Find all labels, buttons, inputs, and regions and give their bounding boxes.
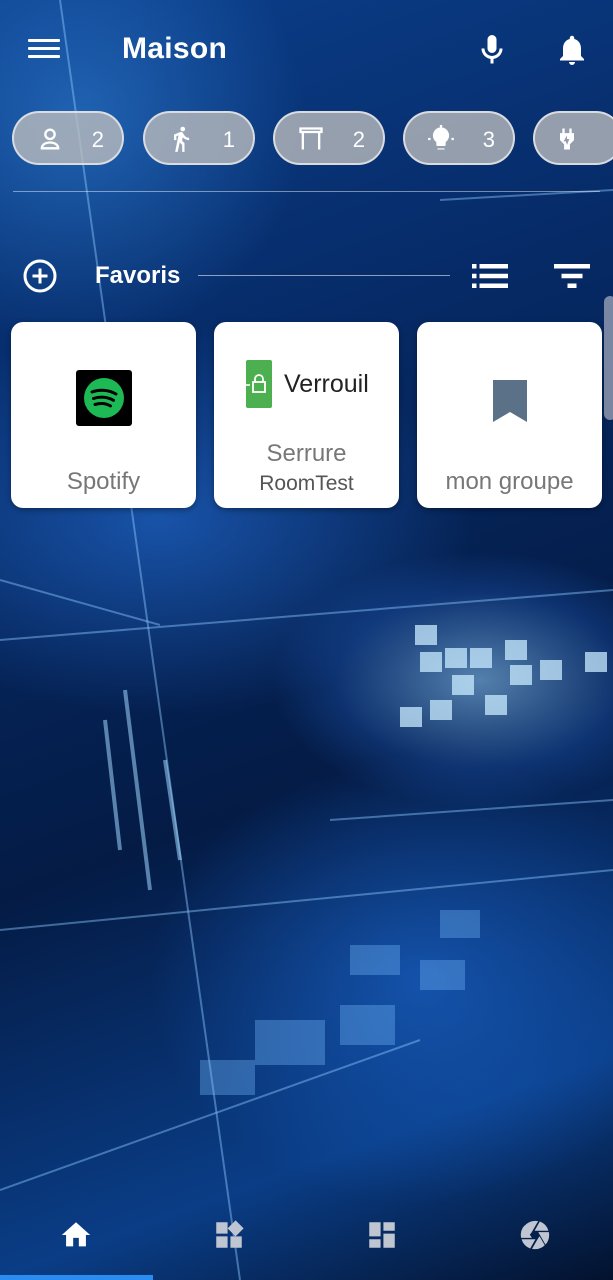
chip-plugs[interactable]	[533, 111, 613, 165]
active-tab-indicator	[0, 1275, 153, 1280]
lock-state: Verrouil	[284, 370, 369, 398]
nav-dashboard[interactable]	[306, 1196, 459, 1280]
spotify-icon	[76, 370, 132, 426]
background-image	[0, 0, 613, 1280]
lock-icon	[246, 360, 272, 408]
chip-shutters[interactable]: 2	[273, 111, 385, 165]
list-view-icon[interactable]	[472, 262, 508, 290]
nav-cameras[interactable]	[459, 1196, 612, 1280]
category-filter-chips: 2 1 2 3	[12, 111, 613, 167]
chip-count: 2	[91, 127, 104, 152]
chip-count: 1	[222, 127, 235, 152]
card-label: mon groupe	[445, 468, 574, 495]
chip-motion[interactable]: 1	[143, 111, 255, 165]
hamburger-menu-icon[interactable]	[28, 34, 68, 68]
add-circle-icon[interactable]	[22, 258, 58, 294]
nav-home[interactable]	[0, 1196, 153, 1280]
dashboard-icon	[369, 1222, 395, 1248]
bell-icon[interactable]	[554, 30, 590, 70]
widgets-icon	[216, 1220, 244, 1248]
side-scroll-handle[interactable]	[604, 296, 613, 420]
camera-aperture-icon	[520, 1220, 550, 1250]
home-icon	[61, 1222, 91, 1247]
favorites-divider	[198, 275, 450, 276]
person-icon	[40, 128, 60, 150]
chip-count: 3	[482, 127, 495, 152]
app-header: Maison	[0, 0, 613, 100]
divider	[13, 191, 600, 192]
favorites-header: Favoris	[0, 250, 613, 300]
sort-filter-icon[interactable]	[554, 262, 590, 290]
card-sublabel: RoomTest	[259, 472, 354, 495]
card-label: Spotify	[66, 468, 141, 495]
microphone-icon[interactable]	[474, 30, 510, 70]
plug-icon	[560, 128, 574, 150]
favorite-card-spotify[interactable]: Spotify	[11, 322, 196, 508]
nav-widgets[interactable]	[153, 1196, 306, 1280]
chip-lights[interactable]: 3	[403, 111, 515, 165]
page-title: Maison	[122, 32, 228, 65]
chip-count: 2	[352, 127, 365, 152]
walking-person-icon	[174, 126, 190, 152]
lightbulb-icon	[428, 125, 454, 150]
shutter-icon	[299, 127, 323, 150]
favorites-title: Favoris	[95, 262, 181, 289]
chip-users[interactable]: 2	[12, 111, 124, 165]
card-label: Serrure	[266, 440, 347, 467]
bottom-navigation	[0, 1196, 613, 1280]
bookmark-icon	[493, 380, 527, 422]
favorite-card-lock[interactable]: Verrouil Serrure RoomTest	[214, 322, 399, 508]
favorite-card-group[interactable]: mon groupe	[417, 322, 602, 508]
